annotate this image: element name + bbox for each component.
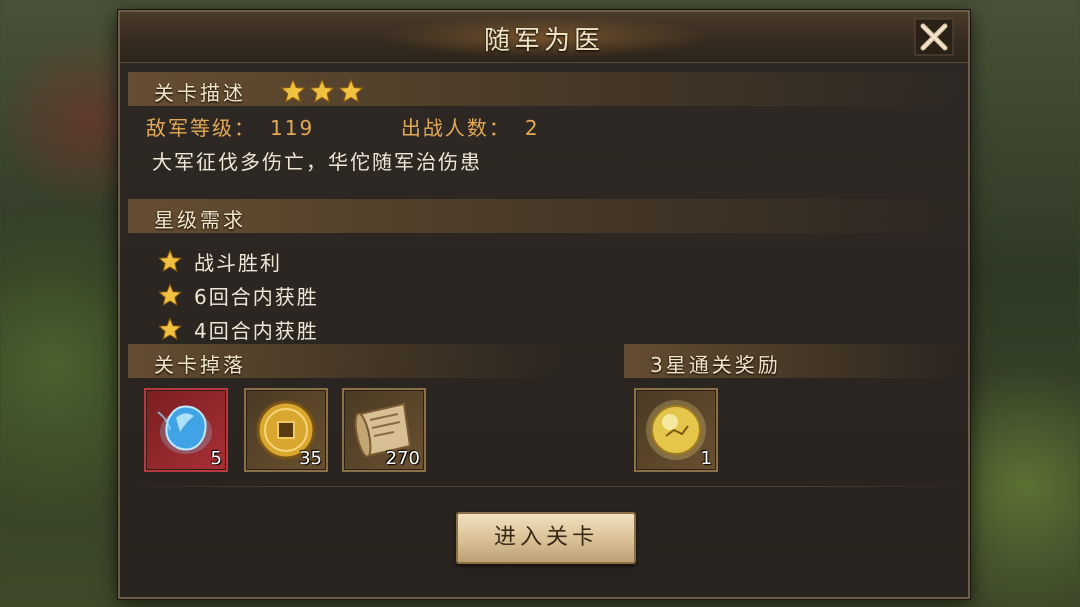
- dialog-title: 随军为医: [483, 26, 604, 56]
- item-count: 270: [385, 448, 420, 469]
- drops-header: 关卡掉落: [128, 344, 568, 378]
- drop-item-blue-gem[interactable]: 5: [144, 388, 228, 472]
- item-count: 5: [210, 448, 222, 469]
- close-icon: [914, 18, 954, 56]
- drop-item-scroll[interactable]: 270: [342, 388, 426, 472]
- star-icon: [338, 78, 364, 104]
- reward-header: 3星通关奖励: [624, 344, 964, 378]
- enter-stage-button[interactable]: 进入关卡: [456, 512, 636, 564]
- star-icon: [158, 249, 182, 273]
- reward-item-golden-orb[interactable]: 1: [634, 388, 718, 472]
- troop-count-value: 2: [524, 116, 540, 140]
- enemy-level-value: 119: [270, 116, 315, 140]
- stage-stars: [280, 78, 364, 104]
- star-icon: [280, 78, 306, 104]
- star-requirements-header: 星级需求: [128, 199, 968, 233]
- requirement-item: 6回合内获胜: [158, 278, 319, 312]
- star-icon: [158, 317, 182, 341]
- star-requirements-list: 战斗胜利 6回合内获胜 4回合内获胜: [158, 244, 319, 346]
- item-count: 35: [299, 448, 322, 469]
- star-icon: [158, 283, 182, 307]
- stage-desc-header: 关卡描述: [128, 72, 968, 106]
- enemy-level-label: 敌军等级：: [146, 116, 256, 140]
- item-count: 1: [700, 448, 712, 469]
- requirement-item: 战斗胜利: [158, 244, 319, 278]
- stage-description: 大军征伐多伤亡，华佗随军治伤患: [152, 150, 482, 174]
- close-button[interactable]: [914, 18, 954, 56]
- requirement-item: 4回合内获胜: [158, 312, 319, 346]
- troop-count-label: 出战人数：: [400, 116, 511, 140]
- star-icon: [309, 78, 335, 104]
- drop-item-gold-coin[interactable]: 35: [244, 388, 328, 472]
- dialog-titlebar: 随军为医: [120, 12, 968, 63]
- divider: [120, 486, 968, 487]
- stage-dialog: 随军为医 关卡描述 敌军等级： 119 出战人数： 2 大军征伐多伤亡，华佗随军…: [118, 10, 970, 599]
- stage-info: 敌军等级： 119 出战人数： 2: [146, 112, 546, 141]
